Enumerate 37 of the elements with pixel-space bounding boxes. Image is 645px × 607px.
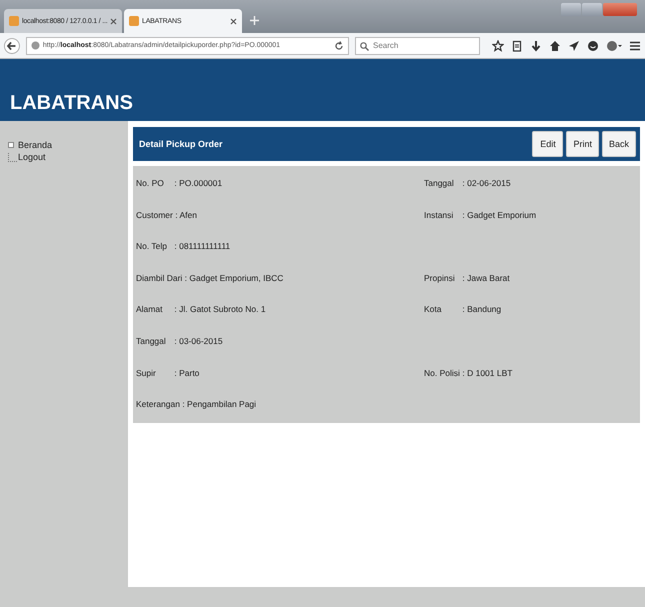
site-title: LABATRANS xyxy=(10,92,133,115)
detail-field: Supir : Parto xyxy=(136,368,200,378)
smiley-icon[interactable] xyxy=(587,40,599,52)
new-tab-icon[interactable] xyxy=(250,16,259,25)
send-icon[interactable] xyxy=(568,40,580,52)
star-icon[interactable] xyxy=(492,40,504,52)
window-controls-drawing[interactable] xyxy=(561,3,637,16)
detail-field: No. Polisi : D 1001 LBT xyxy=(424,368,512,378)
detail-field: Propinsi : Jawa Barat xyxy=(424,272,510,283)
detail-field: Instansi : Gadget Emporium xyxy=(424,210,536,220)
download-icon[interactable] xyxy=(530,40,542,52)
home-icon[interactable] xyxy=(549,40,561,52)
detail-field: No. PO : PO.000001 xyxy=(136,178,222,188)
close-icon[interactable] xyxy=(230,18,237,24)
action-button[interactable]: Edit xyxy=(532,131,564,157)
reload-icon[interactable] xyxy=(334,40,344,50)
sidebar-link[interactable]: Logout xyxy=(18,152,46,162)
search-field[interactable]: Search xyxy=(355,36,480,54)
detail-field: No. Telp : 081111111111 xyxy=(136,241,230,252)
detail-field: Tanggal : 02-06-2015 xyxy=(424,178,511,188)
clipboard-icon[interactable] xyxy=(511,40,523,52)
detail-field: Diambil Dari : Gadget Emporium, IBCC xyxy=(136,272,284,283)
action-button[interactable]: Back xyxy=(602,131,636,157)
favicon-icon xyxy=(9,16,19,26)
detail-field: Customer : Afen xyxy=(136,210,197,220)
search-icon xyxy=(360,42,369,50)
sidebar-link[interactable]: Beranda xyxy=(18,140,52,150)
panel-title: Detail Pickup Order xyxy=(139,139,223,149)
detail-field: Alamat : Jl. Gatot Subroto No. 1 xyxy=(136,304,266,314)
action-button[interactable]: Print xyxy=(566,131,599,157)
favicon-icon xyxy=(129,16,139,26)
close-icon[interactable] xyxy=(110,18,118,24)
detail-field: Tanggal : 03-06-2015 xyxy=(136,336,223,346)
back-icon[interactable] xyxy=(4,36,20,54)
detail-field: Keterangan : Pengambilan Pagi xyxy=(136,399,256,410)
detail-field: Kota : Bandung xyxy=(424,304,502,314)
menu-icon[interactable] xyxy=(629,40,641,52)
